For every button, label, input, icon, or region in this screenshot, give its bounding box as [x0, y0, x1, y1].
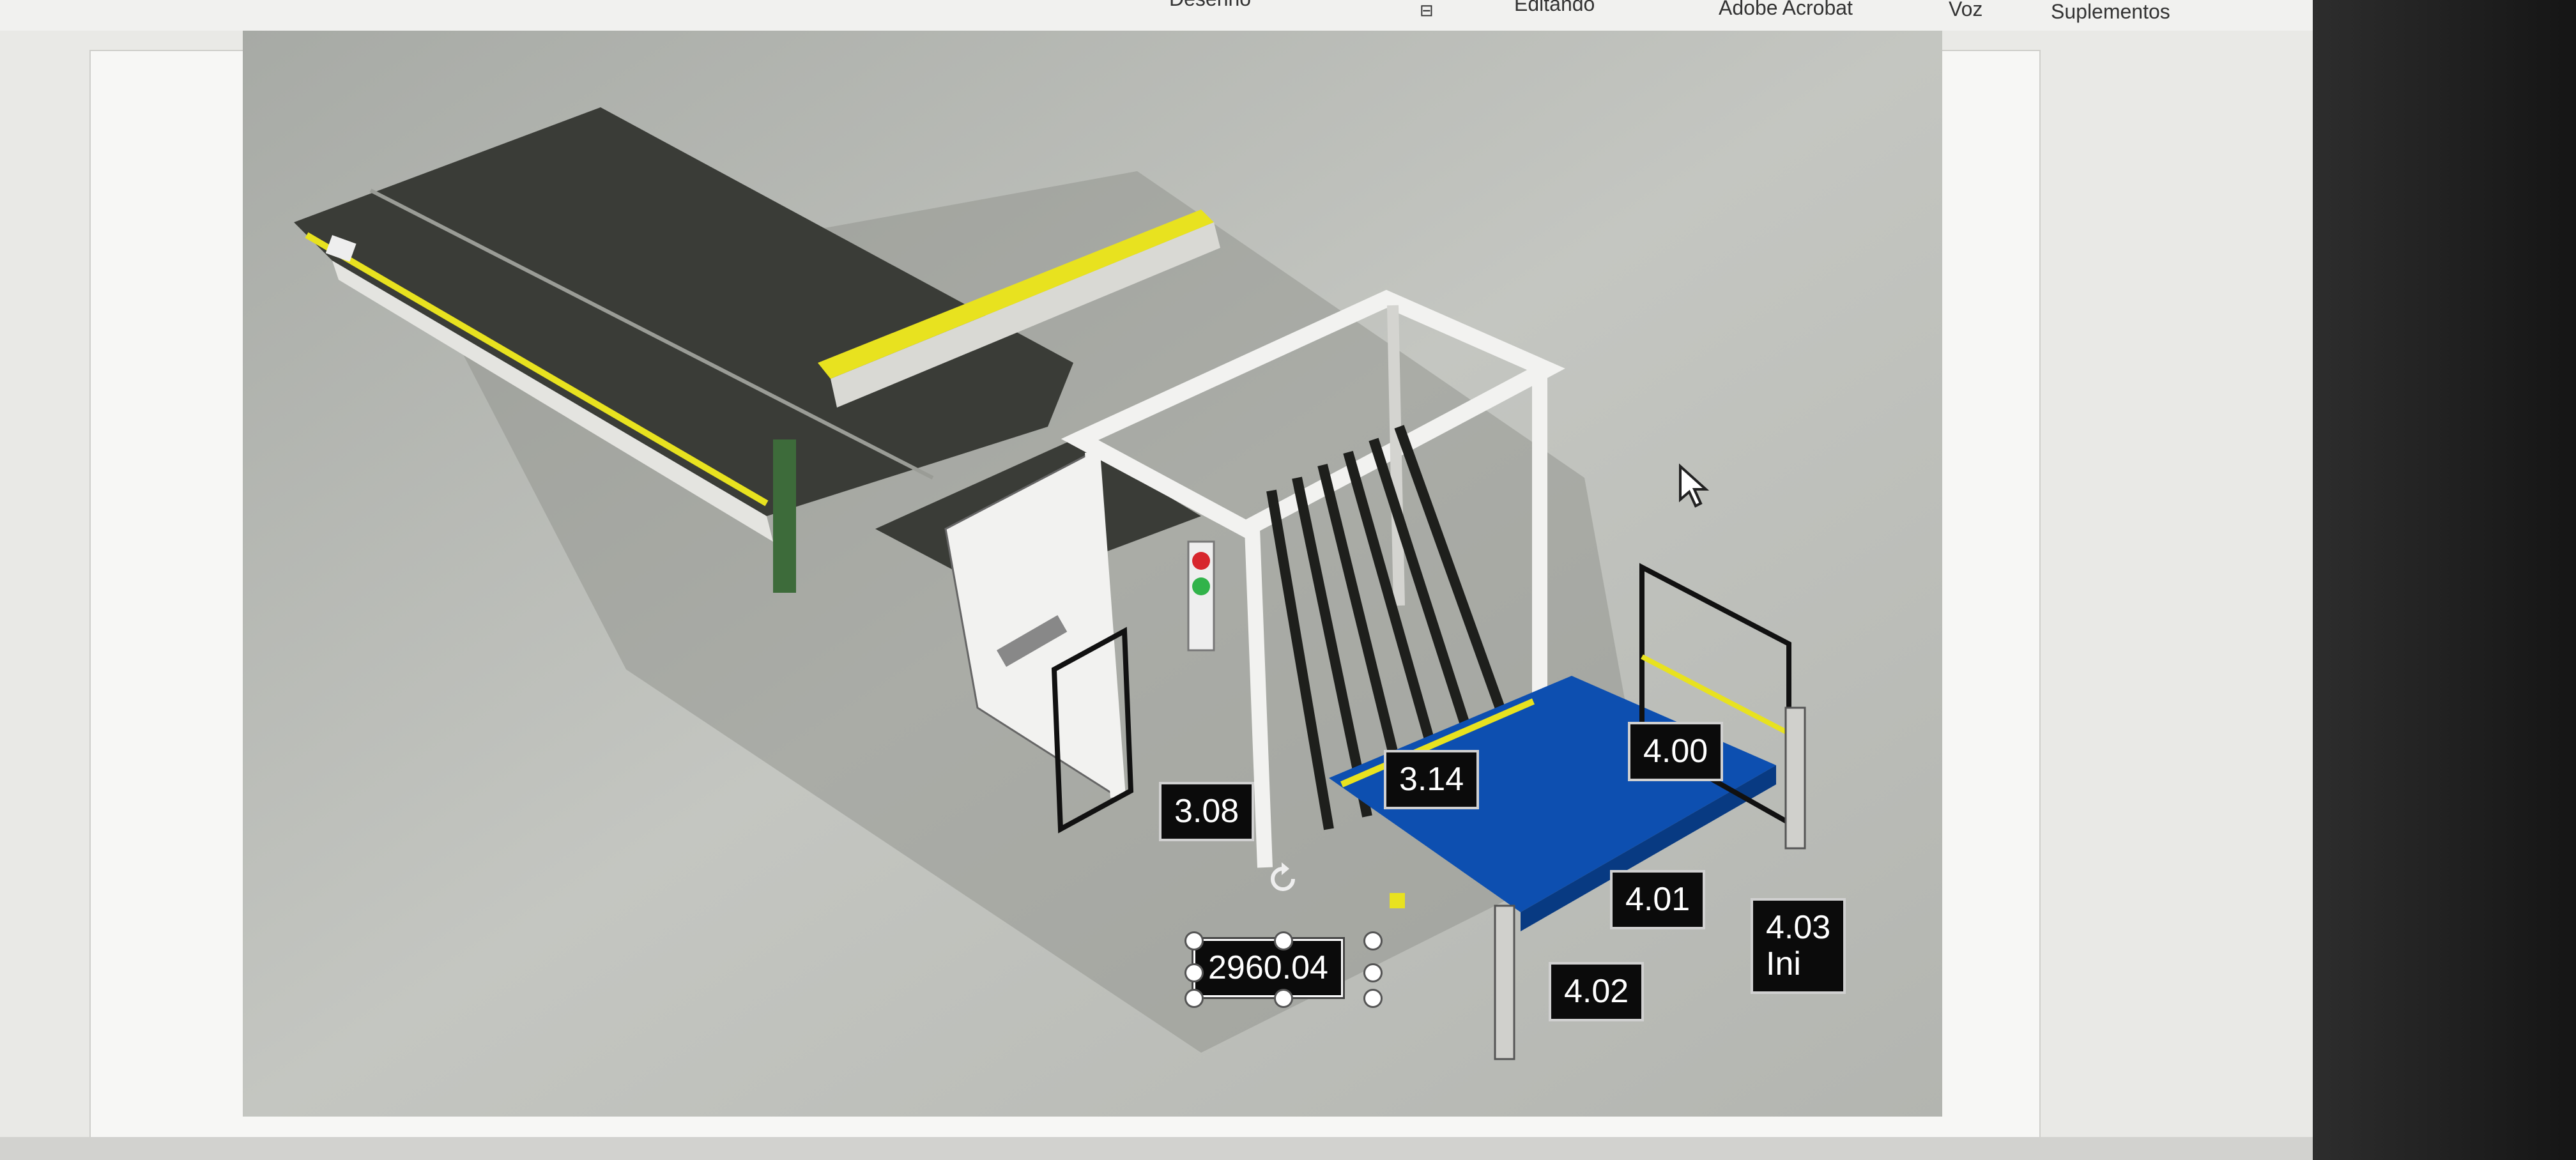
callout-3-14[interactable]: 3.14	[1384, 750, 1480, 810]
selected-textbox-2960-04[interactable]: 2960.04	[1192, 936, 1345, 1000]
ribbon-toolbar: Desenho ⊟ Editando Adobe Acrobat Voz Sup…	[0, 0, 2370, 32]
callout-3-08[interactable]: 3.08	[1159, 782, 1255, 842]
resize-handle-tm[interactable]	[1274, 931, 1293, 950]
tab-suplementos[interactable]: Suplementos	[2051, 0, 2170, 28]
resize-handle-tr[interactable]	[1363, 931, 1383, 950]
status-bar-edge	[0, 1137, 2313, 1160]
resize-handle-tl[interactable]	[1184, 931, 1204, 950]
machine-illustration[interactable]	[243, 31, 1942, 1117]
ribbon-small-icon[interactable]: ⊟	[1420, 0, 1434, 27]
callout-4-00[interactable]: 4.00	[1628, 722, 1724, 782]
tab-desenho[interactable]: Desenho	[1169, 0, 1251, 15]
callout-4-01[interactable]: 4.01	[1610, 870, 1706, 930]
resize-handle-mr[interactable]	[1363, 963, 1383, 982]
callout-4-03-ini[interactable]: 4.03 Ini	[1751, 898, 1846, 995]
move-cursor-icon	[1679, 463, 1710, 508]
resize-handle-bl[interactable]	[1184, 989, 1204, 1008]
resize-handle-ml[interactable]	[1184, 963, 1204, 982]
tab-editando[interactable]: Editando	[1514, 0, 1595, 20]
resize-handle-br[interactable]	[1363, 989, 1383, 1008]
machine-drawing-svg	[243, 31, 1942, 1117]
tab-adobe-acrobat[interactable]: Adobe Acrobat	[1719, 0, 1853, 24]
callout-4-02[interactable]: 4.02	[1549, 962, 1644, 1022]
tab-voz[interactable]: Voz	[1949, 0, 1982, 26]
monitor-bezel	[2313, 0, 2576, 1160]
resize-handle-bm[interactable]	[1274, 989, 1293, 1008]
rotate-handle-icon[interactable]	[1265, 861, 1301, 897]
